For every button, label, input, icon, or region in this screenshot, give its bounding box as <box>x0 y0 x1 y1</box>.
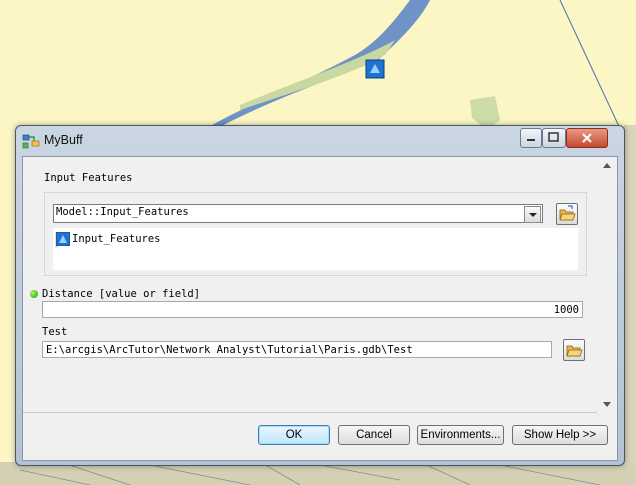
dialog-client-area: Input Features Model::Input_Features Inp… <box>22 156 618 461</box>
ok-button[interactable]: OK <box>258 425 330 445</box>
map-streets-right <box>624 125 636 465</box>
maximize-button[interactable] <box>542 128 566 148</box>
maximize-icon <box>548 132 559 142</box>
input-features-label: Input Features <box>44 172 133 184</box>
chevron-down-icon[interactable] <box>524 206 541 223</box>
green-dot-icon <box>30 290 38 298</box>
vertical-scrollbar[interactable] <box>600 159 614 411</box>
parameters-pane: Input Features Model::Input_Features Inp… <box>23 157 597 413</box>
list-item[interactable]: Input_Features <box>55 232 161 248</box>
close-button[interactable] <box>566 128 608 148</box>
scroll-down-icon[interactable] <box>603 402 611 407</box>
close-icon <box>582 133 592 143</box>
window-title: MyBuff <box>44 133 83 147</box>
input-features-browse-button[interactable] <box>556 203 578 225</box>
test-browse-button[interactable] <box>563 339 585 361</box>
distance-input[interactable]: 1000 <box>42 301 583 318</box>
distance-label: Distance [value or field] <box>42 288 201 300</box>
minimize-button[interactable] <box>520 128 542 148</box>
open-folder-icon <box>566 345 583 357</box>
title-bar[interactable]: MyBuff <box>16 126 624 156</box>
minimize-icon <box>527 139 535 141</box>
input-features-selected-value: Model::Input_Features <box>56 206 189 218</box>
list-item-label: Input_Features <box>72 233 161 245</box>
test-label: Test <box>42 326 68 338</box>
feature-class-icon <box>56 232 70 246</box>
facility-marker-icon <box>365 59 385 79</box>
environments-button[interactable]: Environments... <box>417 425 504 445</box>
model-tool-icon <box>22 134 40 149</box>
open-folder-icon <box>559 205 576 221</box>
mybuff-dialog: MyBuff Input Features Model::Input_Featu… <box>15 125 625 466</box>
input-features-combobox[interactable]: Model::Input_Features <box>53 204 543 223</box>
show-help-button[interactable]: Show Help >> <box>512 425 608 445</box>
input-features-list[interactable]: Input_Features <box>53 228 578 270</box>
test-output-field[interactable]: E:\arcgis\ArcTutor\Network Analyst\Tutor… <box>42 341 552 358</box>
input-features-group: Model::Input_Features Input_Features <box>44 192 587 276</box>
scroll-up-icon[interactable] <box>603 163 611 168</box>
cancel-button[interactable]: Cancel <box>338 425 410 445</box>
